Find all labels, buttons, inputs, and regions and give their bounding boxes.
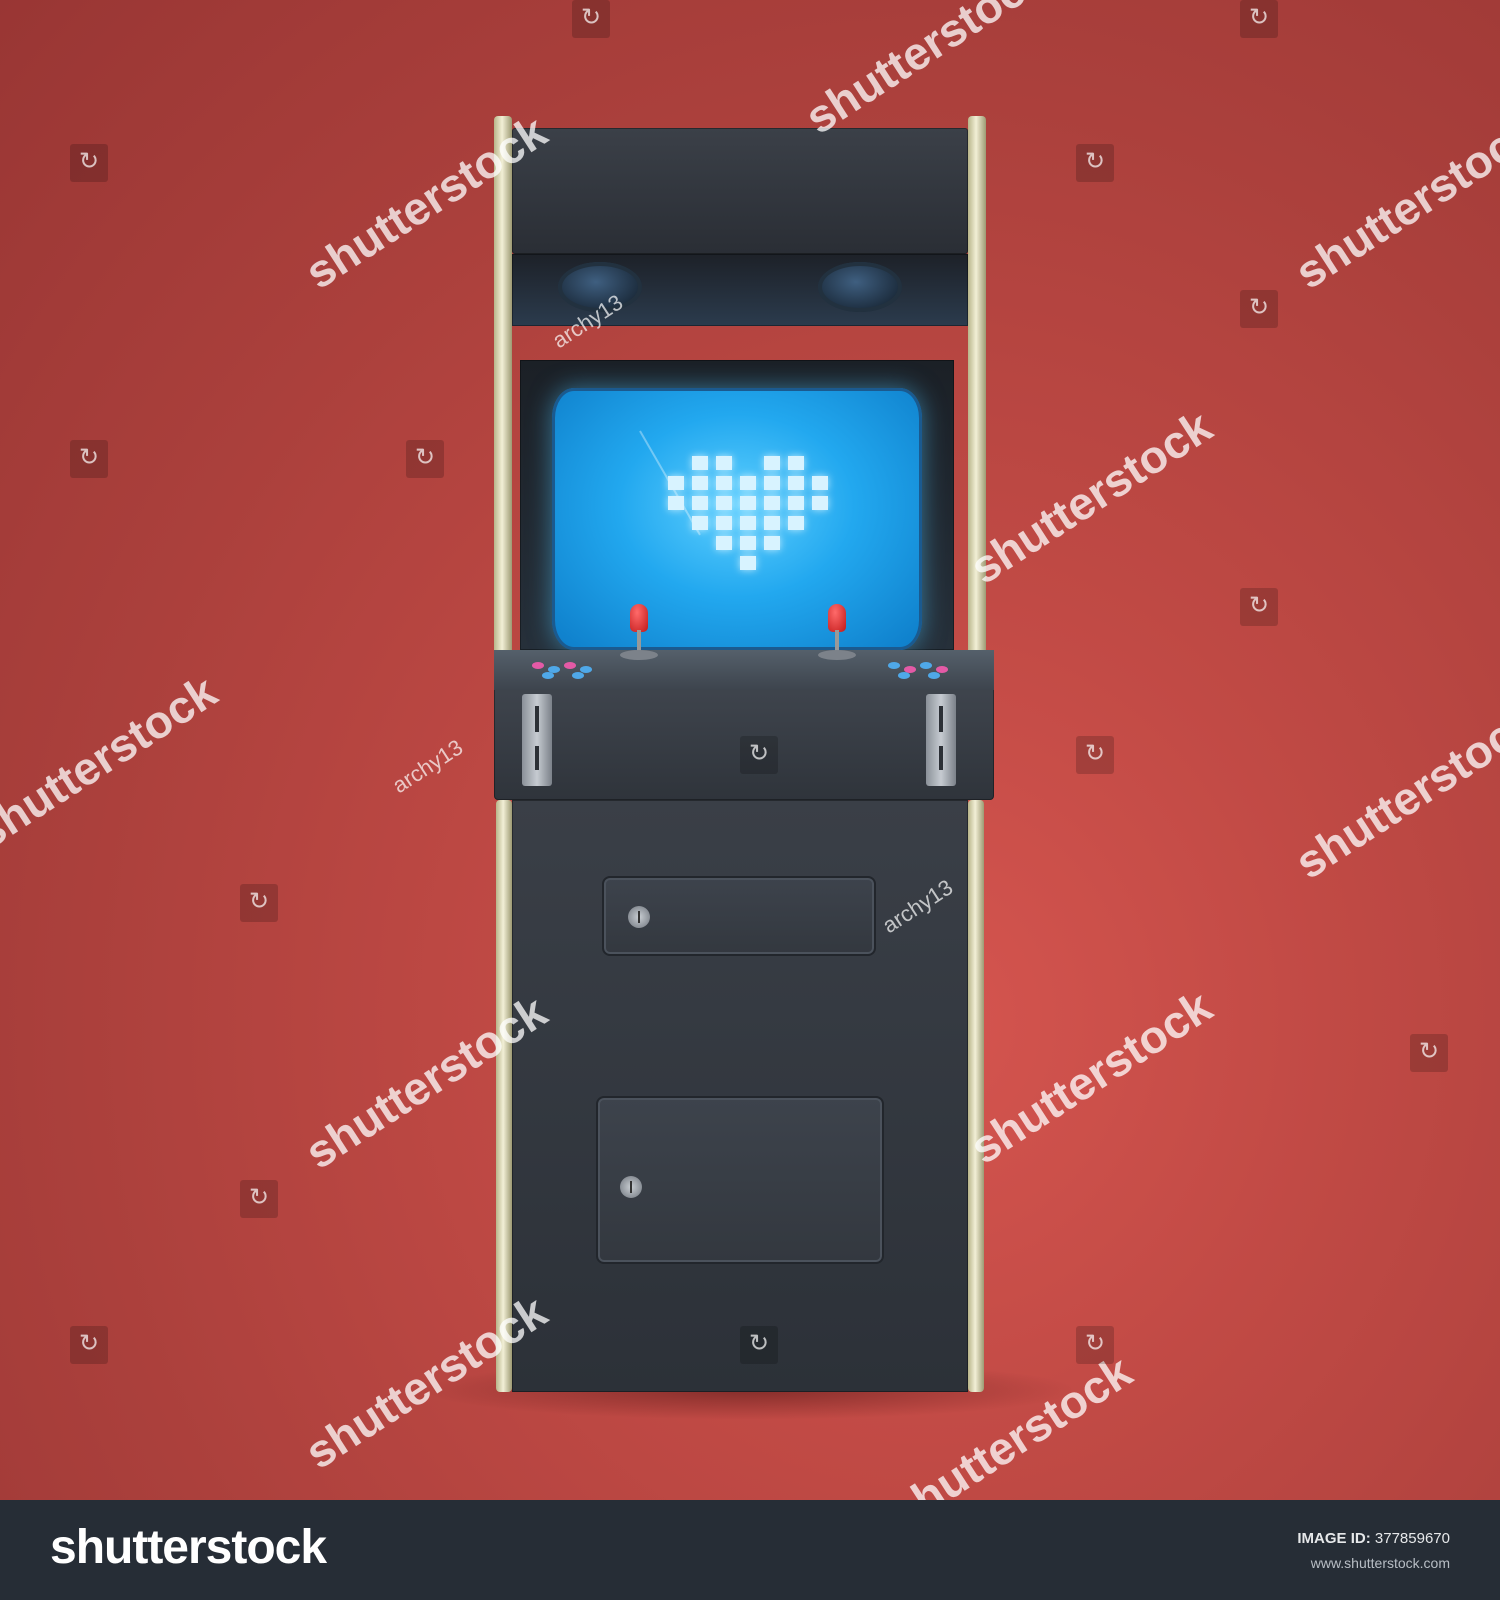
service-door [596, 1096, 884, 1264]
watermark-icon [572, 0, 610, 38]
watermark-icon [1410, 1034, 1448, 1072]
image-id: IMAGE ID: 377859670 [1297, 1530, 1450, 1547]
right-coin-slot [926, 694, 956, 786]
watermark-icon [1076, 736, 1114, 774]
watermark-icon [70, 440, 108, 478]
watermark-text: shutterstock [1285, 694, 1500, 889]
service-door-lock-icon [620, 1176, 642, 1198]
cabinet-marquee [512, 128, 968, 254]
watermark-contributor: archy13 [387, 734, 468, 799]
watermark-icon [1240, 290, 1278, 328]
arcade-screen [552, 388, 922, 650]
footer-site-url: www.shutterstock.com [1310, 1555, 1450, 1571]
watermark-icon [406, 440, 444, 478]
watermark-icon [1240, 588, 1278, 626]
control-panel-top [494, 650, 994, 690]
watermark-icon [740, 736, 778, 774]
image-id-value: 377859670 [1374, 1530, 1450, 1547]
right-speaker [818, 262, 902, 312]
cabinet-left-trim [494, 116, 512, 656]
watermark-text: shutterstock [960, 399, 1221, 594]
watermark-icon [240, 1180, 278, 1218]
watermark-icon [70, 144, 108, 182]
watermark-text: shutterstock [795, 0, 1056, 144]
cabinet-right-trim-lower [968, 800, 984, 1392]
footer-brand-logo: shutterstock [50, 1521, 327, 1574]
left-coin-slot [522, 694, 552, 786]
watermark-icon [70, 1326, 108, 1364]
watermark-icon [240, 884, 278, 922]
player1-joystick [620, 604, 658, 660]
footer-bar: shutterstock IMAGE ID: 377859670 www.shu… [0, 1500, 1500, 1600]
coin-door [602, 876, 876, 956]
watermark-text: shutterstock [1285, 104, 1500, 299]
player2-joystick [818, 604, 856, 660]
watermark-icon [1240, 0, 1278, 38]
photo-scene: shutterstock shutterstock shutterstock s… [0, 0, 1500, 1500]
watermark-text: shutterstock [0, 664, 226, 859]
coin-door-lock-icon [628, 906, 650, 928]
watermark-icon [1076, 144, 1114, 182]
watermark-icon [740, 1326, 778, 1364]
watermark-text: shutterstock [960, 979, 1221, 1174]
watermark-icon [1076, 1326, 1114, 1364]
image-id-label: IMAGE ID: [1297, 1530, 1371, 1547]
